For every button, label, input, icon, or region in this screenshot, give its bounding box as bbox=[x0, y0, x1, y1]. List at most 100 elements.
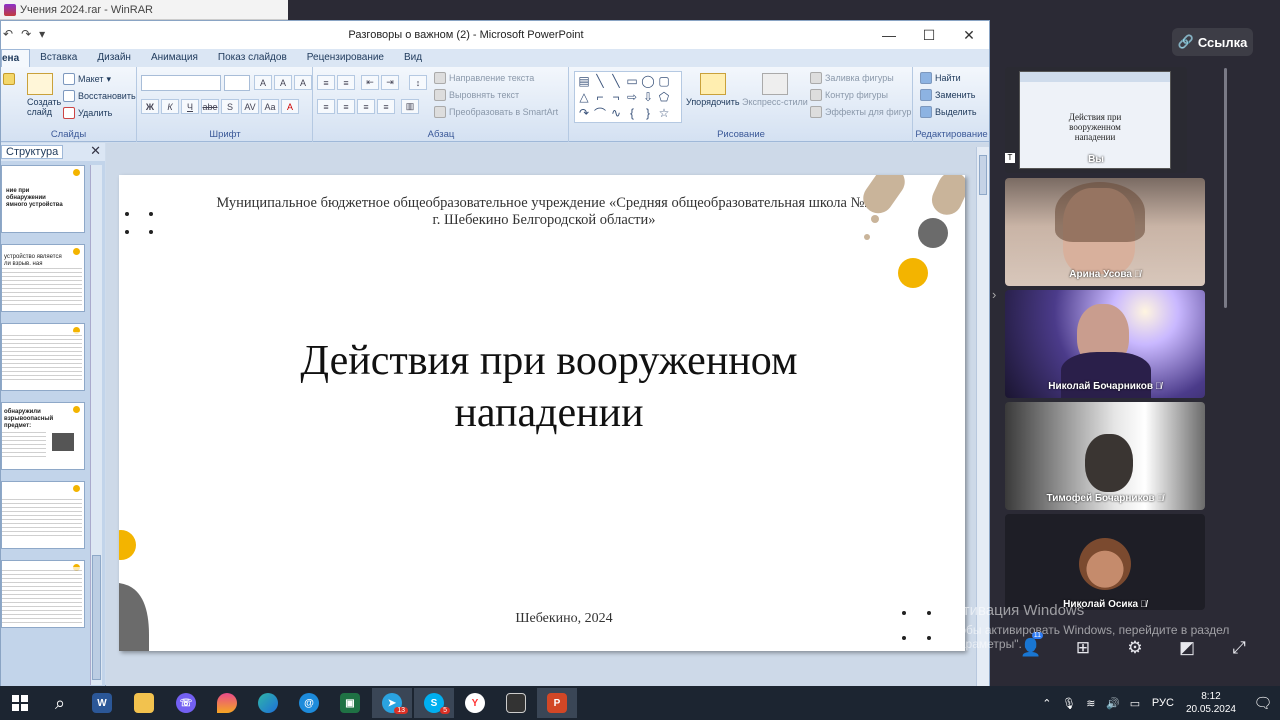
shape-fill-button[interactable]: Заливка фигуры bbox=[810, 72, 894, 84]
shape-brace-icon[interactable]: { bbox=[625, 106, 639, 120]
tab-view[interactable]: Вид bbox=[394, 49, 432, 67]
tab-slideshow[interactable]: Показ слайдов bbox=[208, 49, 297, 67]
text-direction-button[interactable]: Направление текста bbox=[434, 72, 534, 84]
shape-triangle-icon[interactable]: △ bbox=[577, 90, 591, 104]
shape-effects-button[interactable]: Эффекты для фигур bbox=[810, 106, 911, 118]
shape-text-icon[interactable]: ▤ bbox=[577, 74, 591, 88]
volume-icon[interactable]: 🔊 bbox=[1102, 697, 1124, 710]
taskbar-skype[interactable]: S 5 bbox=[414, 688, 454, 718]
search-button[interactable]: ⌕ bbox=[40, 688, 80, 718]
layout-grid-button[interactable]: ⊞ bbox=[1057, 632, 1109, 664]
language-indicator[interactable]: РУС bbox=[1152, 697, 1174, 709]
tab-home[interactable]: ена bbox=[1, 49, 31, 67]
close-panel-icon[interactable]: ✕ bbox=[90, 143, 101, 159]
slide-thumbnail[interactable]: устройство является ли взрыв. ная bbox=[1, 244, 85, 312]
slide-thumbnail[interactable]: ние при обнаружении ямного устройства bbox=[1, 165, 85, 233]
taskbar-edge[interactable] bbox=[248, 688, 288, 718]
shape-rect-icon[interactable]: ▭ bbox=[625, 74, 639, 88]
maximize-button[interactable]: ☐ bbox=[909, 21, 949, 49]
shape-elbow-icon[interactable]: ⌐ bbox=[593, 90, 607, 104]
clear-format-button[interactable]: A bbox=[294, 75, 312, 90]
taskbar-viber[interactable]: ☏ bbox=[166, 688, 206, 718]
shape-elbow2-icon[interactable]: ¬ bbox=[609, 90, 623, 104]
delete-slide-button[interactable]: Удалить bbox=[63, 107, 112, 119]
arrange-button[interactable]: Упорядочить bbox=[686, 73, 740, 107]
tab-design[interactable]: Дизайн bbox=[87, 49, 141, 67]
paste-icon[interactable] bbox=[3, 73, 15, 85]
justify-button[interactable]: ≡ bbox=[377, 99, 395, 114]
align-right-button[interactable]: ≡ bbox=[357, 99, 375, 114]
tab-insert[interactable]: Вставка bbox=[30, 49, 87, 67]
bullets-button[interactable]: ≡ bbox=[317, 75, 335, 90]
shape-line-icon[interactable]: ╲ bbox=[593, 74, 607, 88]
slide-scrollbar-thumb[interactable] bbox=[979, 155, 987, 195]
taskbar-monitor[interactable] bbox=[496, 688, 536, 718]
screen-share-button[interactable]: ◩ bbox=[1161, 632, 1213, 664]
wifi-icon[interactable]: ≋ bbox=[1080, 697, 1102, 710]
smartart-button[interactable]: Преобразовать в SmartArt bbox=[434, 106, 558, 118]
shape-arrow-icon[interactable]: ⇨ bbox=[625, 90, 639, 104]
start-button[interactable] bbox=[0, 688, 40, 718]
tab-review[interactable]: Рецензирование bbox=[297, 49, 394, 67]
quick-styles-button[interactable]: Экспресс-стили bbox=[742, 73, 808, 107]
line-spacing-button[interactable]: ↕ bbox=[409, 75, 427, 90]
taskbar-powerpoint[interactable]: P bbox=[537, 688, 577, 718]
increase-indent-button[interactable]: ⇥ bbox=[381, 75, 399, 90]
replace-button[interactable]: Заменить bbox=[920, 89, 975, 101]
shape-wave-icon[interactable]: ∿ bbox=[609, 106, 623, 120]
reset-button[interactable]: Восстановить bbox=[63, 90, 136, 102]
settings-button[interactable]: ⚙ bbox=[1109, 632, 1161, 664]
taskbar-telegram[interactable]: ➤ 13 bbox=[372, 688, 412, 718]
chevron-right-icon[interactable]: › bbox=[992, 287, 996, 302]
notifications-icon[interactable]: 🗨 bbox=[1246, 694, 1280, 712]
tab-outline[interactable]: Структура bbox=[1, 145, 64, 159]
shape-arc-icon[interactable]: ⌒ bbox=[593, 106, 607, 121]
taskbar-mail[interactable]: @ bbox=[289, 688, 329, 718]
battery-icon[interactable]: ▭ bbox=[1124, 697, 1146, 710]
slide-thumbnail[interactable]: обнаружили взрывоопасный предмет: bbox=[1, 402, 85, 470]
grow-font-button[interactable]: A bbox=[254, 75, 272, 90]
winrar-window-titlebar[interactable]: Учения 2024.rar - WinRAR bbox=[0, 0, 288, 20]
close-button[interactable]: ✕ bbox=[949, 21, 989, 49]
italic-button[interactable]: К bbox=[161, 99, 179, 114]
shrink-font-button[interactable]: A bbox=[274, 75, 292, 90]
shape-brace2-icon[interactable]: } bbox=[641, 106, 655, 120]
numbering-button[interactable]: ≡ bbox=[337, 75, 355, 90]
find-button[interactable]: Найти bbox=[920, 72, 961, 84]
minimize-button[interactable]: — bbox=[869, 21, 909, 49]
taskbar-word[interactable]: W bbox=[82, 688, 122, 718]
font-name-field[interactable] bbox=[141, 75, 221, 91]
current-slide[interactable]: Муниципальное бюджетное общеобразователь… bbox=[119, 175, 965, 651]
layout-button[interactable]: Макет ▾ bbox=[63, 73, 111, 85]
participant-tile[interactable]: Тимофей Бочарников 🎙̸ bbox=[1005, 402, 1205, 510]
align-left-button[interactable]: ≡ bbox=[317, 99, 335, 114]
shape-pentagon-icon[interactable]: ⬠ bbox=[657, 90, 671, 104]
taskbar-yandex[interactable]: Y bbox=[455, 688, 495, 718]
slide-thumbnail[interactable] bbox=[1, 323, 85, 391]
copy-link-button[interactable]: 🔗 Ссылка bbox=[1172, 28, 1253, 56]
shape-curve-icon[interactable]: ↷ bbox=[577, 106, 591, 120]
decrease-indent-button[interactable]: ⇤ bbox=[361, 75, 379, 90]
new-slide-button[interactable]: Создать слайд bbox=[27, 73, 67, 117]
align-center-button[interactable]: ≡ bbox=[337, 99, 355, 114]
font-size-field[interactable] bbox=[224, 75, 250, 91]
change-case-button[interactable]: Aa bbox=[261, 99, 279, 114]
chevron-up-icon[interactable]: ⌃ bbox=[1036, 697, 1058, 710]
shape-outline-button[interactable]: Контур фигуры bbox=[810, 89, 888, 101]
underline-button[interactable]: Ч bbox=[181, 99, 199, 114]
panel-scrollbar-thumb[interactable] bbox=[92, 555, 101, 680]
shapes-gallery[interactable]: ▤ ╲ ╲ ▭ ◯ ▢ △ ⌐ ¬ ⇨ ⇩ ⬠ ↷ ⌒ ∿ { } ☆ bbox=[574, 71, 682, 123]
shape-line2-icon[interactable]: ╲ bbox=[609, 74, 623, 88]
strike-button[interactable]: abe bbox=[201, 99, 219, 114]
shape-oval-icon[interactable]: ◯ bbox=[641, 74, 655, 88]
participant-tile[interactable]: Николай Бочарников 🎙̸ bbox=[1005, 290, 1205, 398]
microphone-icon[interactable]: 🎙 bbox=[1058, 697, 1080, 710]
slide-thumbnail[interactable] bbox=[1, 560, 85, 628]
panel-scrollbar[interactable] bbox=[90, 165, 102, 685]
tab-animation[interactable]: Анимация bbox=[141, 49, 208, 67]
bold-button[interactable]: Ж bbox=[141, 99, 159, 114]
font-color-button[interactable]: A bbox=[281, 99, 299, 114]
select-button[interactable]: Выделить bbox=[920, 106, 977, 118]
clock[interactable]: 8:12 20.05.2024 bbox=[1186, 690, 1236, 716]
shape-arrow-down-icon[interactable]: ⇩ bbox=[641, 90, 655, 104]
